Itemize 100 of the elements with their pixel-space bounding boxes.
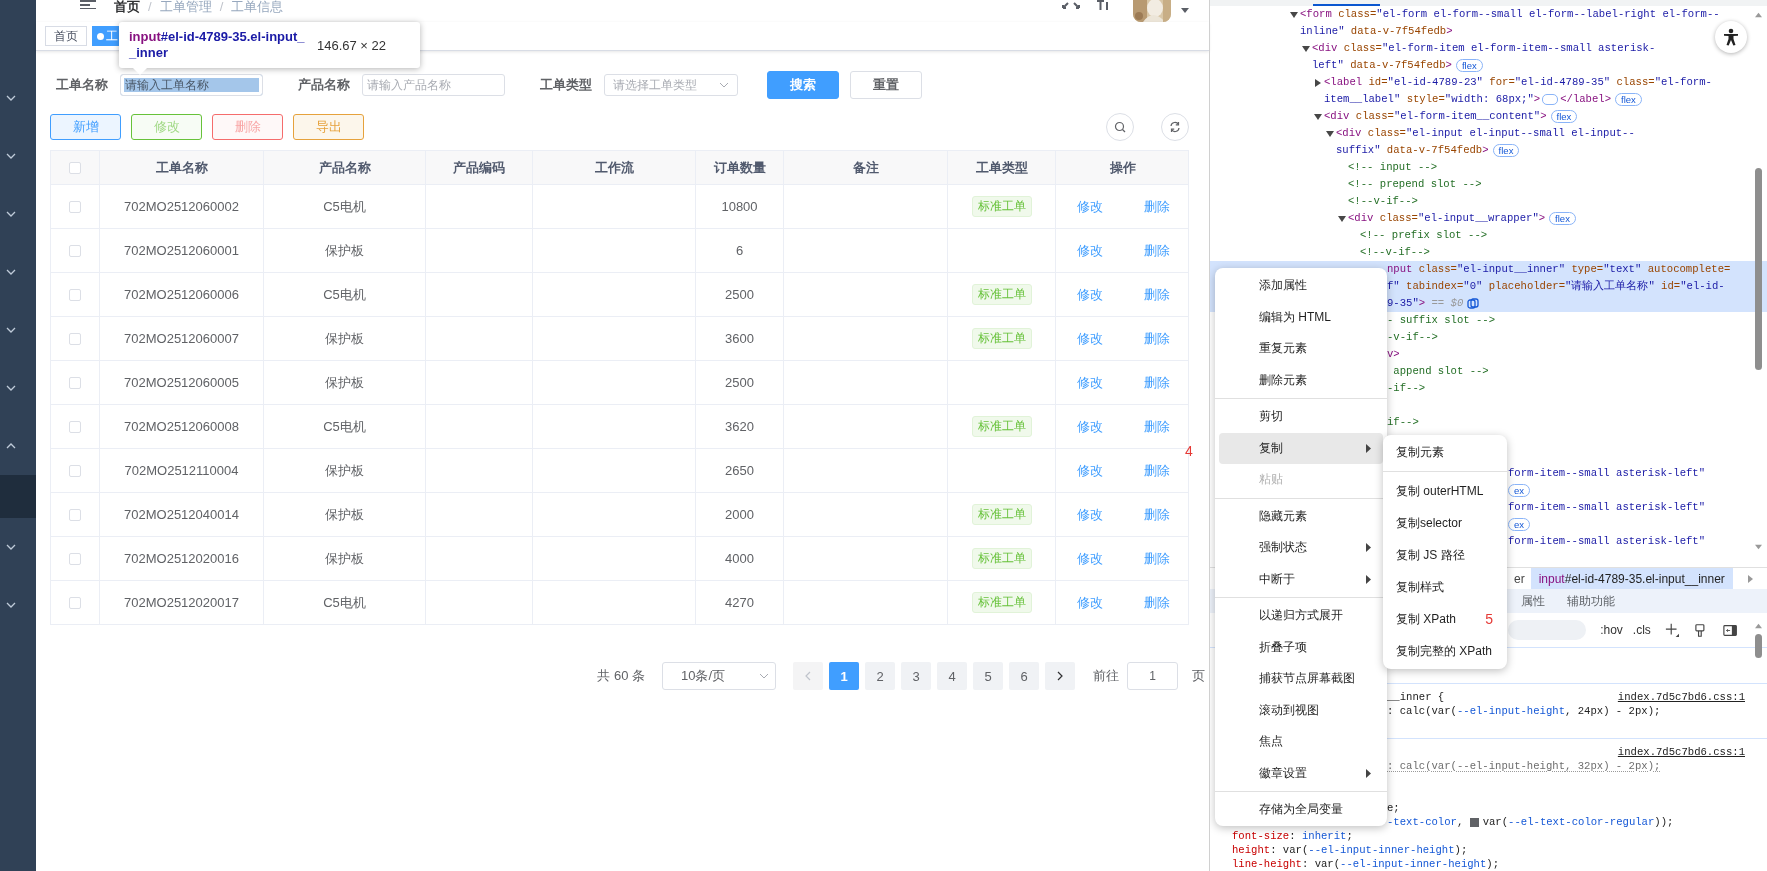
- checkbox[interactable]: [69, 376, 81, 389]
- checkbox[interactable]: [69, 596, 81, 609]
- chevron-down-icon[interactable]: [6, 327, 16, 333]
- chevron-down-icon[interactable]: [6, 385, 16, 391]
- breadcrumb-link[interactable]: 首页: [114, 0, 140, 14]
- style-declaration[interactable]: height: var(--el-input-inner-height);: [1232, 843, 1468, 857]
- triangle-right-icon[interactable]: [1314, 79, 1322, 87]
- chevron-down-icon[interactable]: [6, 95, 16, 101]
- page-button[interactable]: 3: [901, 662, 931, 690]
- chevron-down-icon[interactable]: [6, 269, 16, 275]
- checkbox[interactable]: [69, 161, 81, 174]
- style-declaration[interactable]: : calc(var(--el-input-height, 32px) - 2px);: [1387, 759, 1661, 773]
- code-line[interactable]: <div class="el-input el-input--small el-input--suffix" data-v-7f54fedb> flex: [1336, 125, 1751, 159]
- code-line[interactable]: f" tabindex="0" placeholder="请输入工单名称" id="el-id-: [1387, 278, 1725, 295]
- code-line[interactable]: -if-->: [1387, 380, 1426, 397]
- chevron-down-icon[interactable]: [6, 211, 16, 217]
- code-line[interactable]: - suffix slot -->: [1387, 312, 1496, 329]
- page-number-field[interactable]: 1: [1127, 662, 1178, 690]
- caret-icon[interactable]: [1181, 8, 1189, 13]
- chevron-up-icon[interactable]: [6, 443, 16, 449]
- style-declaration[interactable]: __inner {: [1387, 690, 1445, 704]
- scroll-down-icon[interactable]: [1755, 544, 1762, 550]
- menu-item[interactable]: 复制完整的 XPath: [1383, 635, 1507, 667]
- element-crumb[interactable]: input#el-id-4789-35.el-input__inner: [1530, 568, 1733, 589]
- source-link[interactable]: index.7d5c7bd6.css:1: [1617, 745, 1745, 759]
- brush-icon[interactable]: [1695, 622, 1705, 638]
- checkbox[interactable]: [69, 200, 81, 213]
- page-button[interactable]: 2: [865, 662, 895, 690]
- page-button[interactable]: 5: [973, 662, 1003, 690]
- page-tab[interactable]: 首页: [45, 26, 87, 46]
- code-line[interactable]: -v-if-->: [1387, 329, 1438, 346]
- fullscreen-icon[interactable]: [1062, 0, 1080, 9]
- code-line[interactable]: append slot -->: [1387, 363, 1489, 380]
- page-button[interactable]: 6: [1009, 662, 1039, 690]
- style-toggle-button[interactable]: :hov: [1600, 623, 1623, 637]
- menu-item[interactable]: 剪切: [1219, 401, 1383, 433]
- chevron-down-icon[interactable]: [6, 544, 16, 550]
- scroll-up-icon[interactable]: [1755, 12, 1762, 18]
- scrollbar-thumb[interactable]: [1755, 168, 1762, 370]
- text-field[interactable]: 请输入产品名称: [362, 74, 505, 96]
- filter-field[interactable]: [1508, 620, 1587, 640]
- menu-item[interactable]: 徽章设置: [1219, 757, 1383, 789]
- menu-icon[interactable]: [80, 0, 96, 9]
- code-line[interactable]: <!--v-if-->: [1348, 193, 1418, 210]
- panel-tab[interactable]: 属性: [1521, 592, 1545, 610]
- font-size-icon[interactable]: [1097, 0, 1109, 10]
- code-line[interactable]: <!--v-if-->: [1360, 244, 1430, 261]
- code-line[interactable]: 9-35"> == $0: [1387, 295, 1464, 312]
- code-line[interactable]: <form class="el-form el-form--small el-form--label-right el-form--inline" data-v-7f54fedb>: [1300, 6, 1751, 40]
- reset-button[interactable]: 重置: [850, 71, 922, 99]
- refresh-button[interactable]: [1161, 113, 1189, 141]
- style-declaration[interactable]: : calc(var(--el-input-height, 24px) - 2px);: [1387, 704, 1661, 718]
- menu-item[interactable]: 复制 XPath 5: [1383, 603, 1507, 635]
- menu-item[interactable]: 复制 outerHTML: [1383, 475, 1507, 507]
- source-link[interactable]: index.7d5c7bd6.css:1: [1617, 690, 1745, 704]
- code-line[interactable]: <!-- prefix slot -->: [1360, 227, 1488, 244]
- menu-item[interactable]: 强制状态: [1219, 532, 1383, 564]
- code-line[interactable]: <div class="el-form-item__content"> flex: [1324, 108, 1578, 125]
- assistant-icon[interactable]: [1467, 297, 1480, 310]
- scrollbar-thumb[interactable]: [1755, 634, 1762, 658]
- color-swatch-icon[interactable]: [1469, 817, 1479, 827]
- menu-item[interactable]: 焦点: [1219, 726, 1383, 758]
- triangle-down-icon[interactable]: [1326, 130, 1334, 138]
- plus-icon[interactable]: [1664, 622, 1680, 638]
- style-declaration[interactable]: line-height: var(--el-input-inner-height);: [1232, 857, 1500, 871]
- checkbox[interactable]: [69, 288, 81, 301]
- menu-item[interactable]: 复制元素: [1383, 436, 1507, 468]
- chevron-down-icon[interactable]: [6, 602, 16, 608]
- code-line[interactable]: form-item--small asterisk-left": [1508, 465, 1706, 482]
- chevron-down-icon[interactable]: [6, 153, 16, 159]
- code-line[interactable]: form-item--small asterisk-left": [1508, 533, 1706, 550]
- element-crumb[interactable]: er: [1508, 568, 1531, 589]
- triangle-down-icon[interactable]: [1290, 11, 1298, 19]
- text-field[interactable]: 请输入工单名称: [120, 74, 263, 96]
- menu-item[interactable]: 复制: [1219, 432, 1383, 464]
- triangle-down-icon[interactable]: [1314, 113, 1322, 121]
- code-line[interactable]: v>: [1387, 346, 1400, 363]
- menu-item[interactable]: 中断于: [1219, 563, 1383, 595]
- checkbox[interactable]: [69, 244, 81, 257]
- menu-item[interactable]: 删除元素: [1219, 364, 1383, 396]
- page-button[interactable]: 4: [937, 662, 967, 690]
- menu-item[interactable]: 复制样式: [1383, 571, 1507, 603]
- checkbox[interactable]: [69, 552, 81, 565]
- style-toggle-button[interactable]: .cls: [1632, 623, 1651, 637]
- menu-item[interactable]: 复制selector: [1383, 507, 1507, 539]
- checkbox[interactable]: [69, 508, 81, 521]
- checkbox[interactable]: [69, 420, 81, 433]
- search-button[interactable]: [1106, 113, 1134, 141]
- code-line[interactable]: <!-- input -->: [1348, 159, 1437, 176]
- code-line[interactable]: <!-- prepend slot -->: [1348, 176, 1482, 193]
- menu-item[interactable]: 捕获节点屏幕截图: [1219, 663, 1383, 695]
- menu-item[interactable]: 折叠子项: [1219, 631, 1383, 663]
- panel-tab[interactable]: 辅助功能: [1567, 592, 1615, 610]
- page-size-select[interactable]: 10条/页: [662, 662, 776, 690]
- menu-item[interactable]: 以递归方式展开: [1219, 600, 1383, 632]
- code-line[interactable]: <div class="el-form-item el-form-item--small asterisk-left" data-v-7f54fedb> flex: [1312, 40, 1751, 74]
- triangle-down-icon[interactable]: [1302, 45, 1310, 53]
- menu-item[interactable]: 隐藏元素: [1219, 500, 1383, 532]
- code-line[interactable]: form-item--small asterisk-left": [1508, 499, 1706, 516]
- style-declaration[interactable]: font-size: inherit;: [1232, 829, 1353, 843]
